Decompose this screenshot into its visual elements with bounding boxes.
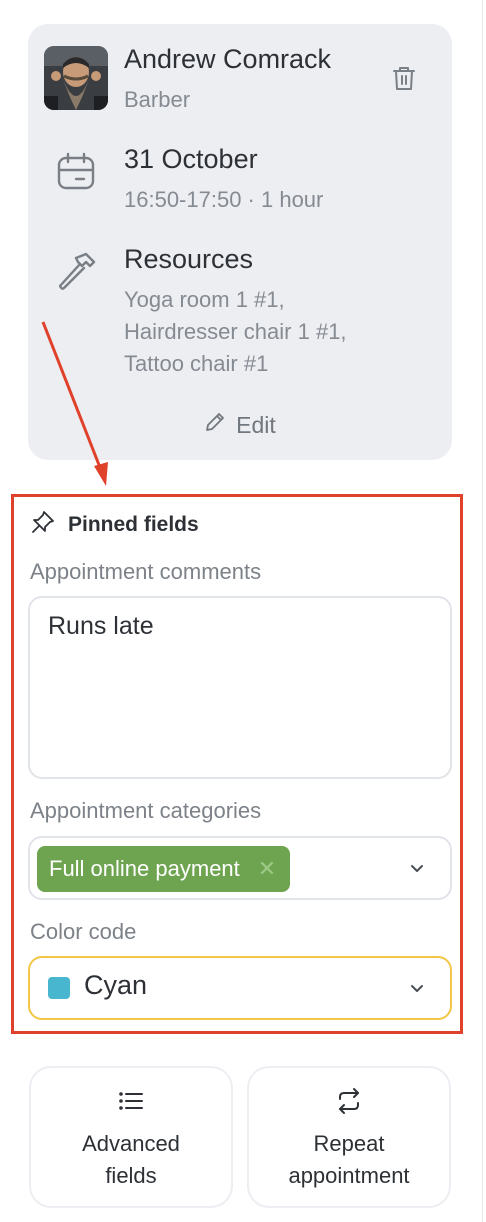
category-tag-label: Full online payment (49, 856, 240, 881)
label-line: Advanced (82, 1131, 180, 1156)
list-icon (119, 1092, 143, 1110)
category-tag: Full online payment ✕ (37, 846, 291, 892)
chevron-down-icon (411, 985, 423, 992)
repeat-appointment-button[interactable]: Repeat appointment (247, 1066, 451, 1208)
pin-icon (30, 509, 56, 541)
comments-textarea[interactable]: Runs late (28, 596, 452, 779)
annotation-arrow (41, 321, 108, 486)
color-code-select[interactable]: Cyan (28, 956, 452, 1020)
categories-select[interactable]: Full online payment ✕ (28, 836, 452, 900)
comments-label: Appointment comments (30, 559, 262, 584)
label-line: fields (105, 1163, 157, 1188)
label-line: appointment (288, 1163, 410, 1188)
label-line: Repeat (313, 1131, 385, 1156)
repeat-icon (339, 1088, 359, 1114)
pinned-fields-header: Pinned fields (30, 509, 199, 541)
categories-label: Appointment categories (30, 798, 262, 823)
advanced-fields-label: Advanced fields (31, 1128, 231, 1192)
pinned-fields-title: Pinned fields (68, 513, 199, 536)
color-swatch (48, 977, 70, 999)
repeat-appointment-label: Repeat appointment (249, 1128, 449, 1192)
color-code-value: Cyan (84, 970, 148, 1000)
remove-tag-icon[interactable]: ✕ (258, 856, 276, 882)
advanced-fields-button[interactable]: Advanced fields (29, 1066, 233, 1208)
color-code-label: Color code (30, 919, 137, 944)
chevron-down-icon (411, 865, 423, 872)
